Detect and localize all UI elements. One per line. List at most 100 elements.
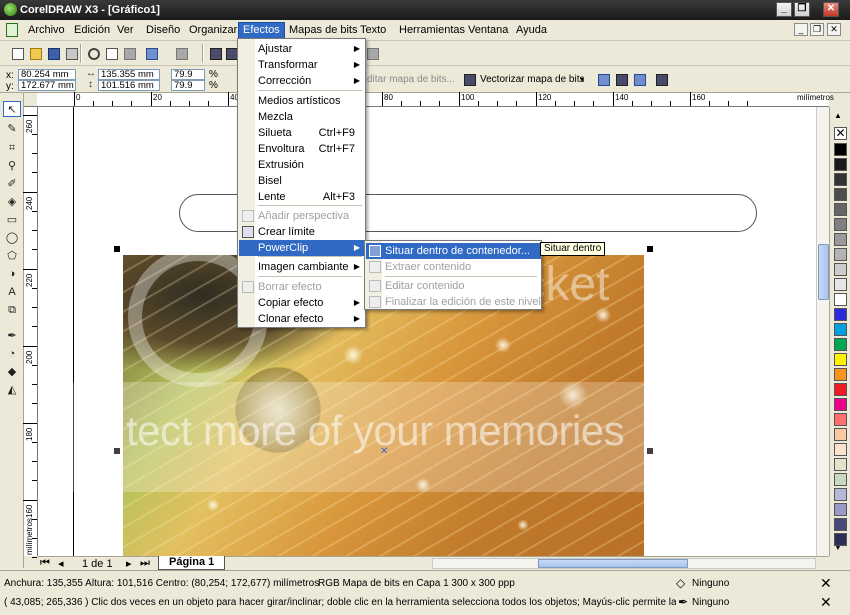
doc-restore-button[interactable]: ❐ — [810, 23, 824, 36]
scale-y-field[interactable]: 79.9 — [171, 80, 205, 91]
vertical-scroll-thumb[interactable] — [818, 244, 829, 300]
save-button[interactable] — [44, 44, 62, 62]
text-tool[interactable]: A — [3, 284, 21, 300]
polygon-tool[interactable]: ⬠ — [3, 248, 21, 264]
color-swatch[interactable] — [834, 473, 847, 486]
color-swatch[interactable] — [834, 308, 847, 321]
redo-button[interactable] — [172, 44, 190, 62]
pick-tool[interactable]: ↖ — [3, 101, 21, 117]
effects-menu-item-mezcla[interactable]: Mezcla — [239, 109, 365, 125]
scale-x-field[interactable]: 79.9 — [171, 69, 205, 80]
effects-menu-item-crear-l-mite[interactable]: Crear límite — [239, 224, 365, 240]
paste-button[interactable] — [120, 44, 138, 62]
menu-texto[interactable]: Texto — [356, 23, 390, 39]
color-swatch[interactable] — [834, 323, 847, 336]
color-swatch[interactable] — [834, 413, 847, 426]
fill-tool[interactable]: ◆ — [3, 364, 21, 380]
effects-menu-item-copiar-efecto[interactable]: Copiar efecto ▶ — [239, 295, 365, 311]
color-swatch[interactable] — [834, 488, 847, 501]
menu-mapas-de-bits[interactable]: Mapas de bits — [285, 23, 361, 39]
undo-button[interactable] — [142, 44, 160, 62]
bitmap-color-mask-button[interactable] — [630, 70, 648, 88]
horizontal-ruler[interactable]: milímetros 020406080100120140160 — [37, 92, 834, 107]
smart-fill-tool[interactable]: ◈ — [3, 194, 21, 210]
outline-none-icon[interactable]: ✕ — [820, 595, 832, 609]
menu-ver[interactable]: Ver — [113, 23, 138, 39]
effects-menu-item-medios-art-sticos[interactable]: Medios artísticos — [239, 93, 365, 109]
effects-menu-item-envoltura[interactable]: Envoltura Ctrl+F7 — [239, 141, 365, 157]
powerclip-item-extraer-contenido[interactable]: Extraer contenido — [366, 259, 541, 275]
vectorize-bitmap-icon[interactable] — [460, 70, 478, 88]
color-swatch[interactable] — [834, 398, 847, 411]
eyedropper-tool[interactable]: ✒ — [3, 328, 21, 344]
ellipse-tool[interactable]: ◯ — [3, 230, 21, 246]
bitmap-properties-button[interactable] — [652, 70, 670, 88]
doc-close-button[interactable]: ✕ — [827, 23, 841, 36]
color-swatch[interactable] — [834, 173, 847, 186]
color-swatch[interactable] — [834, 503, 847, 516]
rectangle-tool[interactable]: ▭ — [3, 212, 21, 228]
color-swatch[interactable] — [834, 338, 847, 351]
document-icon[interactable] — [6, 23, 18, 37]
effects-menu-item-silueta[interactable]: Silueta Ctrl+F9 — [239, 125, 365, 141]
crop-tool[interactable]: ⌗ — [3, 140, 21, 156]
zoom-tool[interactable]: ⚲ — [3, 158, 21, 174]
color-swatch[interactable] — [834, 458, 847, 471]
effects-menu-item-imagen-cambiante[interactable]: Imagen cambiante ▶ — [239, 259, 365, 275]
color-swatch[interactable] — [834, 353, 847, 366]
menu-organizar[interactable]: Organizar — [185, 23, 241, 39]
minimize-button[interactable]: _ — [776, 2, 792, 17]
menu-ventana[interactable]: Ventana — [464, 23, 512, 39]
color-swatch[interactable] — [834, 158, 847, 171]
powerclip-item-editar-contenido[interactable]: Editar contenido — [366, 278, 541, 294]
restore-button[interactable]: ❐ — [794, 2, 810, 17]
interactive-blend-tool[interactable]: ⧉ — [3, 302, 21, 318]
color-swatch[interactable] — [834, 428, 847, 441]
menu-diseno[interactable]: Diseño — [142, 23, 184, 39]
menu-efectos[interactable]: Efectos — [238, 22, 285, 40]
color-swatch[interactable] — [834, 383, 847, 396]
edit-bitmap-button[interactable]: ditar mapa de bits... — [367, 74, 455, 85]
color-swatch[interactable] — [834, 263, 847, 276]
color-swatch[interactable] — [834, 368, 847, 381]
effects-menu-item-a-adir-perspectiva[interactable]: Añadir perspectiva — [239, 208, 365, 224]
powerclip-item-situar-dentro-de-contenedor[interactable]: Situar dentro de contenedor... — [366, 243, 541, 259]
color-swatch[interactable] — [834, 143, 847, 156]
color-swatch[interactable] — [834, 233, 847, 246]
horizontal-scroll-thumb[interactable] — [538, 559, 688, 568]
vectorize-dropdown-arrow[interactable]: ▾ — [580, 75, 584, 84]
horizontal-scrollbar[interactable] — [432, 558, 816, 569]
color-swatch[interactable] — [834, 293, 847, 306]
x-position-field[interactable]: 80.254 mm — [18, 69, 76, 80]
color-swatch[interactable] — [834, 278, 847, 291]
interactive-fill-tool[interactable]: ◭ — [3, 382, 21, 398]
palette-scroll-up-icon[interactable]: ▲ — [834, 111, 842, 120]
effects-menu-item-transformar[interactable]: Transformar ▶ — [239, 57, 365, 73]
effects-menu-item-lente[interactable]: Lente Alt+F3 — [239, 189, 365, 205]
effects-menu-item-borrar-efecto[interactable]: Borrar efecto — [239, 279, 365, 295]
copy-button[interactable] — [102, 44, 120, 62]
page-tab-1[interactable]: Página 1 — [158, 556, 226, 570]
effects-menu-item-extrusi-n[interactable]: Extrusión — [239, 157, 365, 173]
effects-menu-item-bisel[interactable]: Bisel — [239, 173, 365, 189]
next-page-button[interactable]: ▸ — [126, 557, 132, 570]
color-swatch[interactable] — [834, 218, 847, 231]
menu-herramientas[interactable]: Herramientas — [395, 23, 469, 39]
vectorize-bitmap-button[interactable]: Vectorizar mapa de bits — [480, 74, 585, 85]
selection-handle-top-left[interactable] — [114, 246, 120, 252]
prev-page-button[interactable]: ◂ — [58, 557, 64, 570]
ruler-origin[interactable] — [24, 93, 38, 107]
y-position-field[interactable]: 172.677 mm — [18, 80, 76, 91]
drawing-canvas[interactable]: ✕ bucket tect more of your memories — [38, 107, 829, 556]
color-swatch[interactable] — [834, 533, 847, 546]
resample-button[interactable] — [612, 70, 630, 88]
color-swatch[interactable] — [834, 188, 847, 201]
crop-bitmap-button[interactable] — [594, 70, 612, 88]
open-button[interactable] — [26, 44, 44, 62]
color-swatch[interactable] — [834, 443, 847, 456]
doc-minimize-button[interactable]: _ — [794, 23, 808, 36]
menu-archivo[interactable]: Archivo — [24, 23, 69, 39]
first-page-button[interactable]: ⏮ — [40, 557, 50, 570]
effects-menu-item-clonar-efecto[interactable]: Clonar efecto ▶ — [239, 311, 365, 327]
powerclip-item-finalizar-la-edici-n-de-este-nivel[interactable]: Finalizar la edición de este nivel — [366, 294, 541, 310]
